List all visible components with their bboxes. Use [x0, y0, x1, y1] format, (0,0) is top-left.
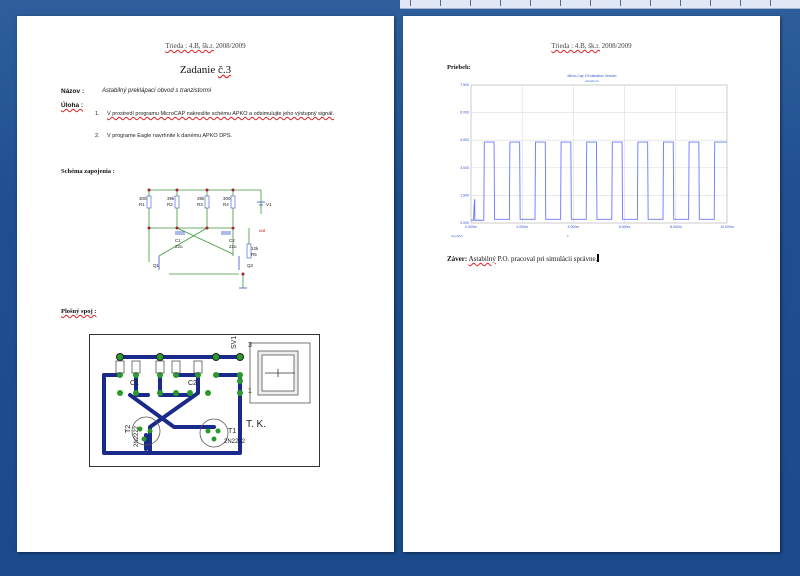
- nazov-value: Astabilný preklápací obvod s tranzistorm…: [102, 88, 212, 94]
- zaver-label: Záver:: [447, 255, 468, 263]
- pcb-layout: SV1 3 1 C1 C2 T1 2N2222 T2 2N2222 T. K.: [89, 334, 320, 467]
- svg-text:R4: R4: [223, 202, 229, 207]
- pcb-c2-label: C2: [188, 380, 197, 387]
- horizontal-ruler[interactable]: [400, 0, 800, 9]
- task-item-2: V programe Eagle navrhnite k danému APKO…: [107, 133, 233, 139]
- task-number-2: 2.: [95, 133, 100, 139]
- page-header: Trieda : 4.B, šk.r. 2008/2009: [403, 42, 780, 50]
- r2-label: 39k: [167, 196, 175, 201]
- nazov-label: Názov :: [61, 88, 85, 95]
- svg-text:22u: 22u: [175, 244, 183, 249]
- class-label: Trieda : 4.B, šk.r.: [551, 42, 600, 50]
- simulation-chart: Micro-Cap 9 Evaluation Version circuit1.…: [447, 73, 737, 239]
- pcb-t1-part: 2N2222: [224, 439, 246, 445]
- x-tick-label: 8.000m: [670, 225, 682, 229]
- q2-label: Q2: [247, 263, 254, 268]
- y-axis-tag: v(out)(V): [451, 234, 463, 238]
- r5-label: 12k: [251, 246, 259, 251]
- class-label: Trieda : 4.B, šk.r.: [165, 42, 214, 50]
- pin1-label: 1: [248, 388, 252, 395]
- svg-text:R5: R5: [251, 252, 257, 257]
- chart-svg: Micro-Cap 9 Evaluation Version circuit1.…: [451, 74, 734, 238]
- priebeh-label: Priebeh:: [447, 64, 471, 71]
- v1-label: V1: [266, 202, 272, 207]
- plosny-spoj-label: Plošný spoj :: [61, 308, 97, 315]
- x-axis-label: T: [567, 234, 569, 238]
- x-tick-label: 0.000m: [465, 225, 477, 229]
- task-item-1: V prostredí programu MicroCAP nakreslite…: [107, 111, 335, 117]
- document-page-1[interactable]: Trieda : 4.B, šk.r. 2008/2009 Zadanie č.…: [17, 16, 394, 552]
- pcb-t2-label: T2: [125, 425, 132, 433]
- pcb-t2-part: 2N2222: [134, 425, 140, 447]
- circuit-schematic: 300R1 39kR2 39kR3 300R4 C122u C222u V1 1…: [139, 188, 272, 289]
- x-tick-label: 6.000m: [619, 225, 631, 229]
- svg-text:R2: R2: [167, 202, 173, 207]
- zaver-rest: P.O. pracoval pri simulácii správne.: [495, 255, 598, 263]
- pcb-c1-label: C1: [130, 380, 139, 387]
- series-line: [471, 141, 727, 221]
- y-tick-label: 6.000: [460, 111, 469, 115]
- r1-label: 300: [139, 196, 147, 201]
- sv1-label: SV1: [231, 336, 238, 349]
- initials: T. K.: [246, 419, 266, 430]
- x-tick-label: 4.000m: [568, 225, 580, 229]
- q1-label: Q1: [153, 263, 160, 268]
- page-header: Trieda : 4.B, šk.r. 2008/2009: [17, 42, 394, 50]
- c1-label: C1: [175, 238, 181, 243]
- pcb-t1-label: T1: [228, 428, 236, 435]
- out-label: out: [259, 228, 266, 233]
- x-tick-label: 10.000m: [720, 225, 734, 229]
- zaver-word: Astabilný: [468, 255, 496, 263]
- svg-text:R3: R3: [197, 202, 203, 207]
- schema-label: Schéma zapojenia :: [61, 168, 115, 175]
- y-tick-label: 7.500: [460, 83, 469, 87]
- svg-text:R1: R1: [139, 202, 145, 207]
- conclusion-text: Záver: Astabilný P.O. pracoval pri simul…: [447, 254, 600, 263]
- text-cursor: [597, 254, 600, 262]
- x-tick-label: 2.000m: [516, 225, 528, 229]
- document-page-2[interactable]: Trieda : 4.B, šk.r. 2008/2009 Priebeh: M…: [403, 16, 780, 552]
- svg-text:22u: 22u: [229, 244, 237, 249]
- c2-label: C2: [229, 238, 235, 243]
- uloha-label: Úloha :: [61, 102, 84, 109]
- r4-label: 300: [223, 196, 231, 201]
- school-year: 2008/2009: [601, 42, 632, 50]
- r3-label: 39k: [197, 196, 205, 201]
- chart-title: Micro-Cap 9 Evaluation Version: [567, 74, 616, 78]
- y-tick-label: 1.500: [460, 193, 469, 197]
- page-title: Zadanie č.3: [179, 64, 232, 76]
- y-tick-label: 3.000: [460, 166, 469, 170]
- chart-subtitle: circuit1.cir: [585, 79, 599, 83]
- school-year: 2008/2009: [215, 42, 246, 50]
- y-tick-label: 4.500: [460, 138, 469, 142]
- pin3-label: 3: [248, 342, 252, 349]
- task-number-1: 1.: [95, 111, 100, 117]
